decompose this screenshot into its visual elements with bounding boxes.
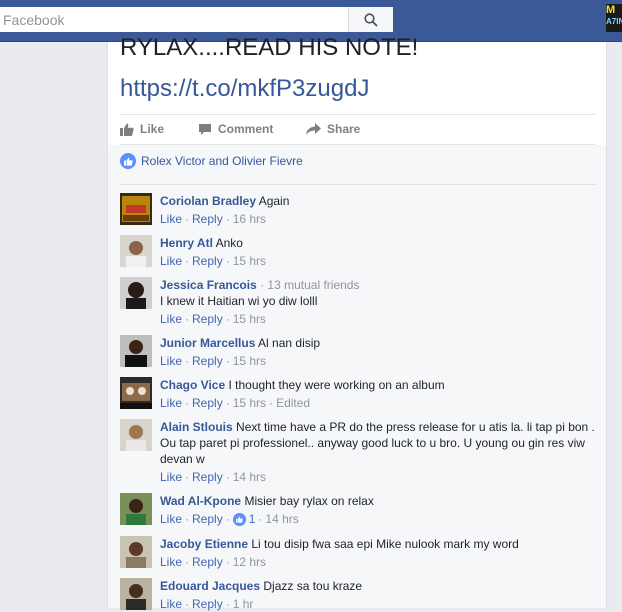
comment-timestamp[interactable]: 15 hrs	[233, 311, 266, 327]
comment-like-link[interactable]: Like	[160, 353, 182, 369]
comment-like-link[interactable]: Like	[160, 395, 182, 411]
comment-like-link[interactable]: Like	[160, 311, 182, 327]
comment-timestamp[interactable]: 14 hrs	[233, 469, 266, 485]
comment-text: Li tou disip fwa saa epi Mike nulook mar…	[251, 537, 519, 551]
like-label: Like	[140, 122, 165, 136]
comment-text: Misier bay rylax on relax	[244, 494, 374, 508]
reaction-count: 1	[248, 512, 256, 526]
search-icon	[364, 12, 378, 27]
avatar[interactable]	[120, 377, 152, 409]
commenter-name[interactable]: Henry Atl	[160, 236, 213, 250]
search-input[interactable]	[0, 7, 348, 32]
avatar[interactable]	[120, 335, 152, 367]
comment-text: I thought they were working on an album	[228, 378, 445, 392]
like-reaction-icon	[120, 153, 136, 169]
comment-like-link[interactable]: Like	[160, 253, 182, 269]
comment-timestamp[interactable]: 16 hrs	[233, 211, 266, 227]
feedback-section: Rolex Victor and Olivier Fievre Coriolan…	[108, 145, 606, 611]
comment-like-link[interactable]: Like	[160, 211, 182, 227]
comment-reply-link[interactable]: Reply	[192, 311, 223, 327]
comment-reply-link[interactable]: Reply	[192, 353, 223, 369]
comment-like-link[interactable]: Like	[160, 469, 182, 485]
comment-timestamp[interactable]: 15 hrs	[233, 253, 266, 269]
comment-reactions[interactable]: 1	[232, 511, 256, 527]
commenter-name[interactable]: Edouard Jacques	[160, 579, 260, 593]
comment-text: Djazz sa tou kraze	[263, 579, 363, 593]
comment-reply-link[interactable]: Reply	[192, 395, 223, 411]
likes-summary-text: Rolex Victor and Olivier Fievre	[141, 154, 303, 168]
avatar[interactable]	[120, 578, 152, 610]
avatar[interactable]	[120, 536, 152, 568]
comment-icon	[199, 123, 211, 135]
divider	[120, 184, 596, 185]
post-link[interactable]: https://t.co/mkfP3zugdJ	[120, 75, 369, 103]
avatar[interactable]	[120, 193, 152, 225]
comment-timestamp[interactable]: 14 hrs	[265, 511, 298, 527]
avatar[interactable]	[120, 277, 152, 309]
comment-reply-link[interactable]: Reply	[192, 511, 223, 527]
edited-label[interactable]: Edited	[276, 395, 310, 411]
search-box	[0, 7, 393, 32]
commenter-name[interactable]: Jacoby Etienne	[160, 537, 248, 551]
corner-logo-top: M	[606, 4, 616, 16]
commenter-name[interactable]: Jessica Francois	[160, 278, 257, 292]
commenter-name[interactable]: Coriolan Bradley	[160, 194, 256, 208]
comment-reply-link[interactable]: Reply	[192, 211, 223, 227]
mutual-friends: · 13 mutual friends	[260, 278, 360, 292]
comment-reply-link[interactable]: Reply	[192, 554, 223, 570]
like-button[interactable]: Like	[120, 122, 164, 136]
comment-reply-link[interactable]: Reply	[192, 596, 223, 612]
comment-timestamp[interactable]: 15 hrs	[233, 353, 266, 369]
avatar[interactable]	[120, 419, 152, 451]
comment-text: Al nan disip	[258, 336, 321, 350]
comment-timestamp[interactable]: 12 hrs	[233, 554, 266, 570]
comment-like-link[interactable]: Like	[160, 511, 182, 527]
comment-button[interactable]: Comment	[198, 122, 273, 136]
comment-text: Again	[258, 194, 290, 208]
thumbs-up-icon	[120, 123, 134, 136]
commenter-name[interactable]: Wad Al-Kpone	[160, 494, 241, 508]
avatar[interactable]	[120, 493, 152, 525]
search-button[interactable]	[348, 7, 393, 32]
post-text: RYLAX....READ HIS NOTE!	[120, 34, 419, 61]
comment-reply-link[interactable]: Reply	[192, 469, 223, 485]
avatar[interactable]	[120, 235, 152, 267]
post-actions: Like Comment Share	[120, 114, 596, 145]
commenter-name[interactable]: Junior Marcellus	[160, 336, 255, 350]
share-button[interactable]: Share	[306, 122, 360, 136]
comment-timestamp[interactable]: 15 hrs	[233, 395, 266, 411]
corner-logo-bottom: A7IN	[606, 17, 622, 26]
comment-like-link[interactable]: Like	[160, 596, 182, 612]
likes-summary[interactable]: Rolex Victor and Olivier Fievre	[120, 153, 303, 169]
comment-like-link[interactable]: Like	[160, 554, 182, 570]
like-reaction-icon	[232, 512, 246, 526]
share-icon	[306, 123, 321, 135]
comment-timestamp[interactable]: 1 hr	[233, 596, 254, 612]
comment-text: I knew it Haitian wi yo diw lolll	[160, 294, 318, 308]
commenter-name[interactable]: Alain Stlouis	[160, 420, 233, 434]
commenter-name[interactable]: Chago Vice	[160, 378, 225, 392]
corner-logo[interactable]: M A7IN	[606, 4, 622, 32]
post-card: RYLAX....READ HIS NOTE! https://t.co/mkf…	[107, 34, 607, 611]
comment-reply-link[interactable]: Reply	[192, 253, 223, 269]
comment-text: Anko	[215, 236, 243, 250]
share-label: Share	[327, 122, 361, 136]
comment-label: Comment	[218, 122, 274, 136]
